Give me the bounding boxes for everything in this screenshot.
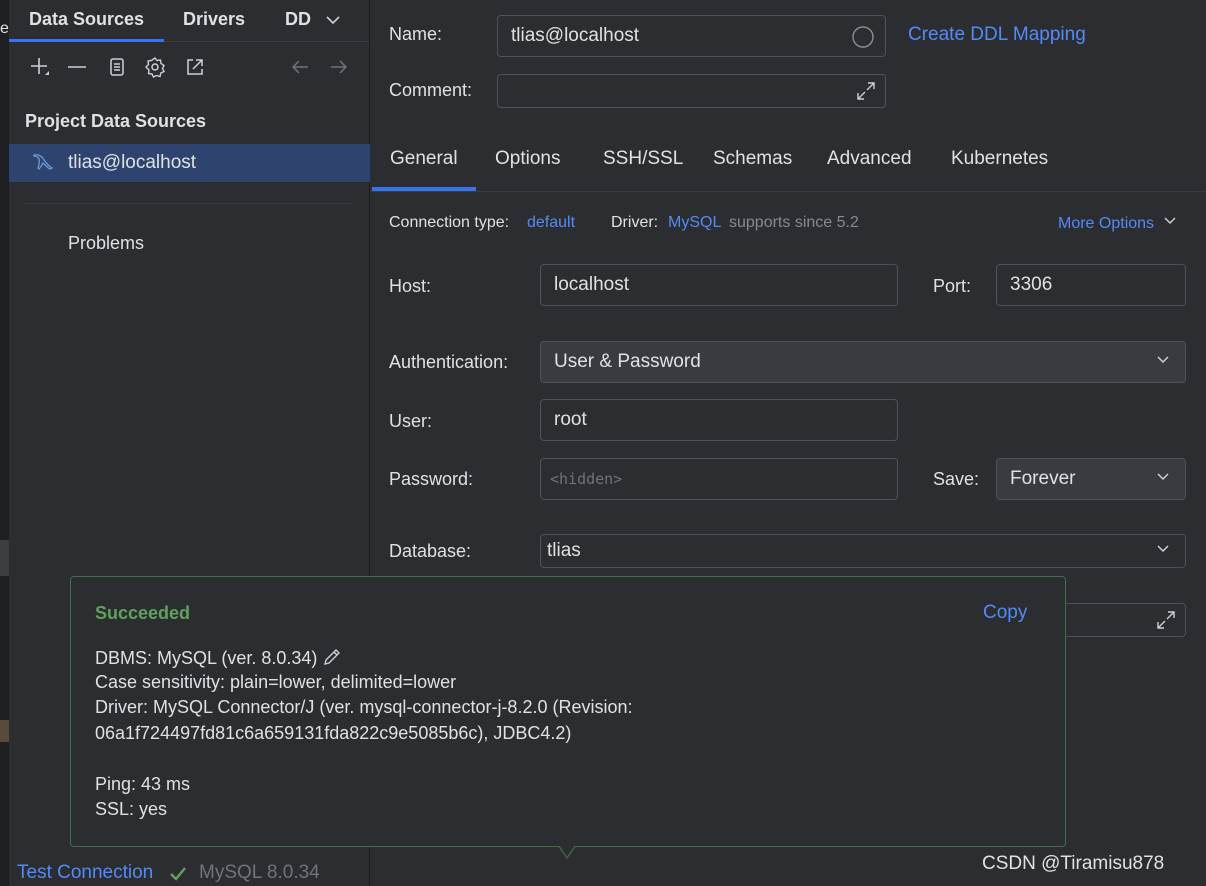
- tab-general[interactable]: General: [390, 148, 458, 170]
- save-value: Forever: [1010, 468, 1076, 489]
- window-edge-strip: e: [0, 0, 9, 886]
- password-placeholder: <hidden>: [550, 470, 623, 488]
- host-input-value: localhost: [554, 274, 629, 295]
- tab-schemas[interactable]: Schemas: [713, 148, 792, 170]
- chevron-down-icon: [1163, 217, 1176, 225]
- sidebar-divider: [25, 203, 353, 204]
- database-input[interactable]: tlias: [540, 534, 1186, 568]
- back-arrow-icon[interactable]: [285, 52, 315, 82]
- status-succeeded: Succeeded: [95, 603, 191, 623]
- sidebar-toolbar: [9, 52, 370, 86]
- host-label: Host:: [389, 276, 432, 296]
- user-label: User:: [389, 411, 433, 431]
- save-label: Save:: [933, 469, 980, 489]
- host-input[interactable]: localhost: [540, 264, 898, 306]
- forward-arrow-icon[interactable]: [324, 52, 354, 82]
- settings-gear-icon[interactable]: [140, 52, 170, 82]
- remove-icon[interactable]: [62, 52, 92, 82]
- driver-note: supports since 5.2: [729, 214, 859, 231]
- ssl-line: SSL: yes: [95, 799, 168, 819]
- tab-kubernetes[interactable]: Kubernetes: [951, 148, 1048, 170]
- tab-advanced[interactable]: Advanced: [827, 148, 912, 170]
- database-label: Database:: [389, 541, 472, 561]
- create-ddl-mapping-link[interactable]: Create DDL Mapping: [908, 24, 1086, 46]
- project-data-sources-heading: Project Data Sources: [25, 111, 207, 131]
- expand-icon[interactable]: [1155, 609, 1177, 637]
- datasource-item-tlias[interactable]: tlias@localhost: [9, 144, 370, 182]
- watermark-text: CSDN @Tiramisu878: [982, 853, 1165, 874]
- tab-ddl-truncated[interactable]: DD: [285, 9, 313, 40]
- ping-line: Ping: 43 ms: [95, 774, 191, 794]
- edit-pencil-icon[interactable]: [322, 647, 342, 667]
- tab-data-sources[interactable]: Data Sources: [8, 9, 165, 42]
- driver-value[interactable]: MySQL: [668, 214, 721, 232]
- more-options-label: More Options: [1058, 215, 1155, 232]
- color-circle-icon[interactable]: [851, 25, 875, 55]
- case-sensitivity-line: Case sensitivity: plain=lower, delimited…: [95, 672, 457, 692]
- edge-char: e: [0, 20, 9, 37]
- chevron-down-icon[interactable]: [325, 12, 341, 33]
- port-label: Port:: [933, 276, 972, 296]
- database-value: tlias: [547, 540, 581, 561]
- driver-label: Driver:: [611, 214, 659, 231]
- tabs-divider: [370, 191, 1206, 192]
- dbms-line: DBMS: MySQL (ver. 8.0.34): [95, 647, 342, 669]
- connection-type-label: Connection type:: [389, 214, 510, 231]
- port-input-value: 3306: [1010, 274, 1053, 295]
- comment-input[interactable]: [497, 74, 886, 108]
- tab-options[interactable]: Options: [495, 148, 560, 170]
- connection-type-value[interactable]: default: [527, 214, 575, 232]
- dbms-text: DBMS: MySQL (ver. 8.0.34): [95, 648, 318, 668]
- mysql-dolphin-icon: [31, 150, 55, 179]
- authentication-label: Authentication:: [389, 352, 509, 372]
- driver-line-1: Driver: MySQL Connector/J (ver. mysql-co…: [95, 697, 633, 717]
- authentication-select[interactable]: User & Password: [540, 341, 1186, 383]
- check-icon: [168, 864, 188, 886]
- mysql-version-label: MySQL 8.0.34: [199, 862, 320, 883]
- user-input-value: root: [554, 409, 587, 430]
- tab-ssh-ssl[interactable]: SSH/SSL: [603, 148, 683, 170]
- test-connection-link[interactable]: Test Connection: [17, 862, 153, 884]
- driver-line-2: 06a1f724497fd81c6a659131fda822c9e5085b6c…: [95, 723, 572, 743]
- datasource-label: tlias@localhost: [68, 152, 197, 173]
- chevron-down-icon: [1155, 468, 1171, 490]
- problems-item[interactable]: Problems: [68, 233, 144, 254]
- save-select[interactable]: Forever: [996, 458, 1186, 500]
- tab-drivers[interactable]: Drivers: [183, 9, 245, 40]
- name-input-value: tlias@localhost: [511, 25, 640, 46]
- edge-block: [0, 720, 9, 742]
- chevron-down-icon: [1155, 351, 1171, 373]
- more-options-link[interactable]: More Options: [1058, 214, 1177, 233]
- sidebar-tabs: Data Sources Drivers DD: [8, 0, 369, 42]
- password-input[interactable]: <hidden>: [540, 458, 898, 500]
- connection-result-popup: Succeeded Copy DBMS: MySQL (ver. 8.0.34)…: [70, 576, 1066, 847]
- duplicate-icon[interactable]: [102, 52, 132, 82]
- expand-icon[interactable]: [855, 80, 877, 108]
- edge-block: [0, 540, 9, 576]
- add-icon[interactable]: [25, 52, 55, 82]
- password-label: Password:: [389, 469, 474, 489]
- popup-pointer-inner: [559, 845, 575, 857]
- copy-link[interactable]: Copy: [983, 602, 1027, 624]
- settings-tabs: General Options SSH/SSL Schemas Advanced…: [370, 140, 1206, 192]
- chevron-down-icon[interactable]: [1155, 540, 1171, 562]
- comment-label: Comment:: [389, 80, 473, 100]
- user-input[interactable]: root: [540, 399, 898, 441]
- authentication-value: User & Password: [554, 351, 701, 372]
- name-input[interactable]: tlias@localhost: [497, 15, 886, 57]
- name-label: Name:: [389, 24, 443, 44]
- open-external-icon[interactable]: [180, 52, 210, 82]
- port-input[interactable]: 3306: [996, 264, 1186, 306]
